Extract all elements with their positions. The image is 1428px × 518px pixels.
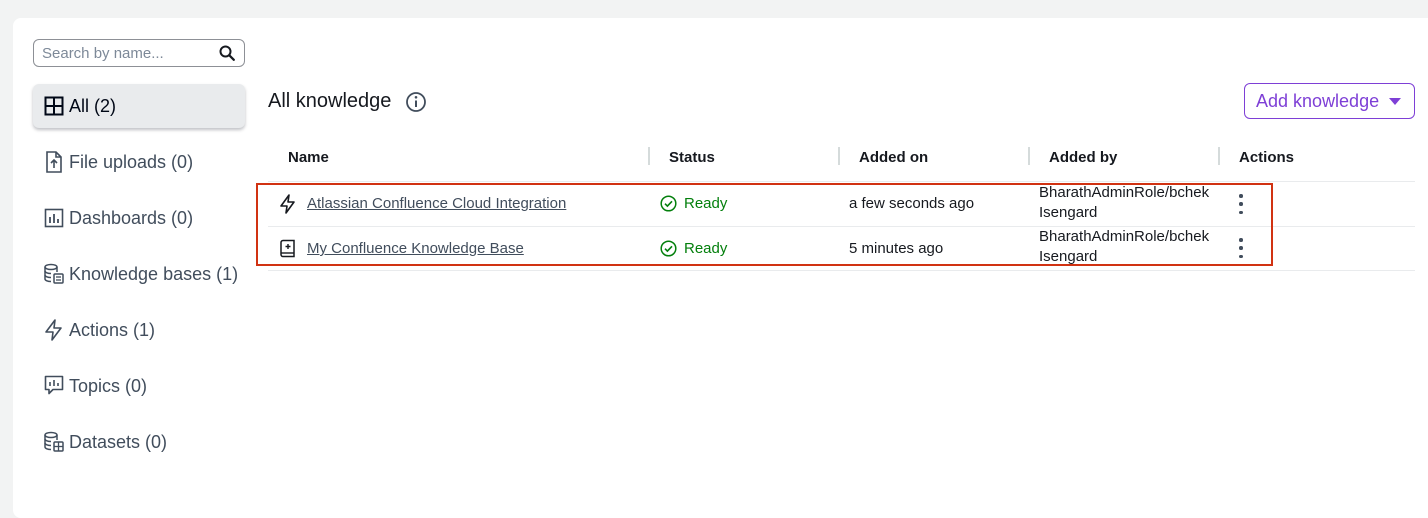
column-header-actions: Actions [1239,148,1295,166]
caret-down-icon [1389,97,1402,105]
sidebar-item-label: All (2) [69,95,117,116]
add-knowledge-label: Add knowledge [1256,90,1380,111]
grid-icon [43,95,65,117]
check-circle-icon [660,240,677,257]
sidebar-item-datasets[interactable]: Datasets (0) [33,420,245,464]
added-on: a few seconds ago [849,195,975,212]
column-header-added-by[interactable]: Added by [1049,146,1117,168]
sidebar-item-label: Datasets (0) [69,431,168,452]
row-divider [268,226,1415,227]
added-by: BharathAdminRole/bchek Isengard [1039,184,1210,221]
search-box[interactable] [33,39,245,67]
knowledge-name-link[interactable]: My Confluence Knowledge Base [307,240,524,257]
file-upload-icon [43,151,65,173]
info-icon[interactable] [405,91,427,113]
sidebar-item-label: Dashboards (0) [69,207,194,228]
sidebar-item-file-uploads[interactable]: File uploads (0) [33,140,245,184]
added-by: BharathAdminRole/bchek Isengard [1039,228,1210,265]
database-icon [43,263,65,285]
status-badge: Ready [660,195,727,212]
sidebar-item-label: Knowledge bases (1) [69,263,239,284]
topic-icon [43,375,65,397]
status-text: Ready [684,240,728,257]
sidebar-item-label: Actions (1) [69,319,156,340]
sidebar-item-dashboards[interactable]: Dashboards (0) [33,196,245,240]
added-on: 5 minutes ago [849,240,944,257]
status-badge: Ready [660,240,727,257]
row-divider [268,270,1415,271]
column-divider[interactable] [1218,147,1220,165]
column-divider[interactable] [648,147,650,165]
dataset-icon [43,431,65,453]
search-icon[interactable] [219,45,235,61]
table-header-divider [268,181,1415,182]
more-actions-icon[interactable] [1238,194,1244,214]
add-knowledge-button[interactable]: Add knowledge [1244,83,1415,119]
sidebar-item-all[interactable]: All (2) [33,84,245,128]
column-header-status[interactable]: Status [669,146,715,168]
knowledge-base-icon [280,239,295,258]
search-input[interactable] [42,43,212,63]
sidebar-item-knowledge-bases[interactable]: Knowledge bases (1) [33,252,245,296]
sidebar-item-label: Topics (0) [69,375,148,396]
dashboard-icon [43,207,65,229]
sidebar-item-actions[interactable]: Actions (1) [33,308,245,352]
column-header-name[interactable]: Name [288,146,329,168]
lightning-icon [280,194,295,214]
status-text: Ready [684,195,728,212]
sidebar-item-topics[interactable]: Topics (0) [33,364,245,408]
page-header: All knowledge [268,90,427,113]
sidebar-item-label: File uploads (0) [69,151,194,172]
column-divider[interactable] [838,147,840,165]
more-actions-icon[interactable] [1238,238,1244,258]
check-circle-icon [660,195,677,212]
page-title: All knowledge [268,90,392,112]
knowledge-name-link[interactable]: Atlassian Confluence Cloud Integration [307,195,566,212]
column-header-added-on[interactable]: Added on [859,146,928,168]
column-divider[interactable] [1028,147,1030,165]
lightning-icon [43,319,65,341]
